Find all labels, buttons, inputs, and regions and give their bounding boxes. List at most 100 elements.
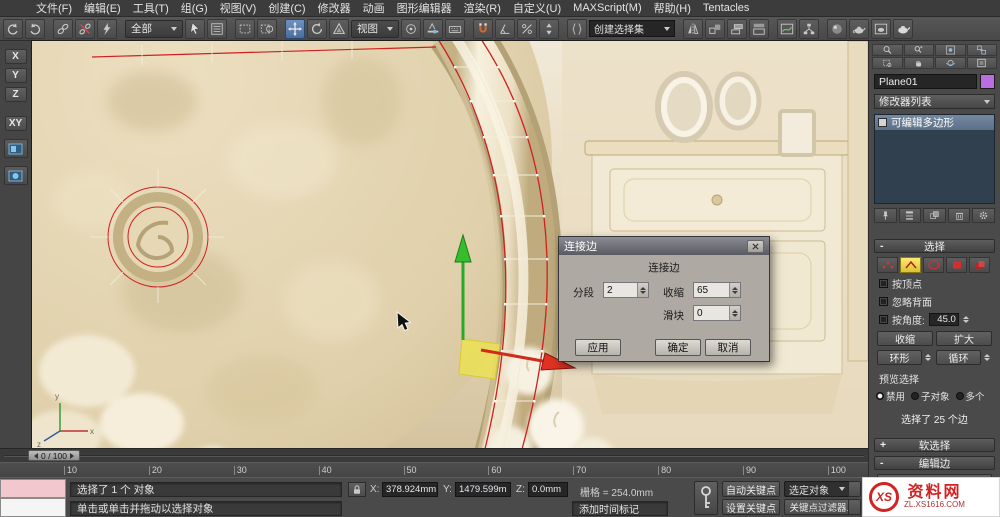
angle-value-field[interactable]: 45.0 <box>928 313 959 326</box>
selection-filter-dropdown[interactable]: 全部 <box>125 19 183 38</box>
edit-edges-rollout-header[interactable]: - 编辑边 <box>874 456 995 470</box>
pan-icon[interactable] <box>903 57 934 69</box>
percent-snap-icon[interactable] <box>517 18 537 39</box>
schematic-view-icon[interactable] <box>799 18 819 39</box>
grow-button[interactable]: 扩大 <box>936 331 992 346</box>
pin-stack-icon[interactable] <box>874 208 897 223</box>
ring-button[interactable]: 环形 <box>877 350 922 365</box>
rendered-frame-window-icon[interactable] <box>871 18 891 39</box>
rectangular-region-icon[interactable] <box>235 18 255 39</box>
select-rotate-icon[interactable] <box>307 18 327 39</box>
y-coordinate-field[interactable]: 1479.599m <box>455 482 511 497</box>
z-coordinate-field[interactable]: 0.0mm <box>528 482 568 497</box>
curve-editor-icon[interactable] <box>777 18 797 39</box>
restrict-z-button[interactable]: Z <box>4 87 27 102</box>
docked-tool-icon-1[interactable] <box>3 139 28 158</box>
unlink-icon[interactable] <box>75 18 95 39</box>
spinner-icon[interactable] <box>729 283 740 297</box>
spinner-icon[interactable] <box>637 283 648 297</box>
stack-item-editable-poly[interactable]: 可编辑多边形 <box>875 115 994 130</box>
restrict-y-button[interactable]: Y <box>4 68 27 83</box>
menu-tools[interactable]: 工具(T) <box>127 0 175 16</box>
menu-animation[interactable]: 动画 <box>357 0 391 16</box>
time-slider-handle[interactable]: 0 / 100 <box>28 450 80 461</box>
select-object-icon[interactable] <box>185 18 205 39</box>
maximize-viewport-icon[interactable] <box>966 57 997 69</box>
menu-customize[interactable]: 自定义(U) <box>507 0 567 16</box>
undo-icon[interactable] <box>3 18 23 39</box>
soft-selection-rollout-header[interactable]: + 软选择 <box>874 438 995 452</box>
docked-tool-icon-2[interactable] <box>3 166 28 185</box>
object-color-swatch[interactable] <box>980 74 995 89</box>
spinner-icon[interactable] <box>962 316 971 323</box>
x-coordinate-field[interactable]: 378.924mm <box>382 482 438 497</box>
menu-group[interactable]: 组(G) <box>175 0 214 16</box>
restrict-plane-xy-button[interactable]: XY <box>4 116 27 131</box>
select-link-icon[interactable] <box>53 18 73 39</box>
menu-edit[interactable]: 编辑(E) <box>78 0 127 16</box>
track-bar[interactable]: 10 20 30 40 50 60 70 80 90 100 <box>0 462 868 477</box>
menu-tentacles[interactable]: Tentacles <box>697 2 755 14</box>
shrink-button[interactable]: 收缩 <box>877 331 933 346</box>
spinner-icon[interactable] <box>984 354 992 361</box>
apply-button[interactable]: 应用 <box>575 339 621 356</box>
restrict-x-button[interactable]: X <box>4 49 27 64</box>
use-pivot-center-icon[interactable] <box>401 18 421 39</box>
by-angle-checkbox[interactable]: 按角度: 45.0 <box>879 312 998 327</box>
select-manipulate-icon[interactable] <box>423 18 443 39</box>
render-setup-icon[interactable] <box>849 18 869 39</box>
spinner-icon[interactable] <box>729 306 740 320</box>
select-scale-icon[interactable] <box>329 18 349 39</box>
selection-rollout-header[interactable]: - 选择 <box>874 239 995 253</box>
auto-key-button[interactable]: 自动关键点 <box>722 481 780 497</box>
border-mode-icon[interactable] <box>923 257 944 273</box>
configure-modifier-sets-icon[interactable] <box>972 208 995 223</box>
close-button[interactable] <box>747 239 764 253</box>
dialog-title-bar[interactable]: 连接边 <box>559 237 769 255</box>
prev-frame-icon[interactable] <box>34 452 38 459</box>
polygon-mode-icon[interactable] <box>946 257 967 273</box>
preview-multi-radio[interactable] <box>955 392 964 400</box>
menu-create[interactable]: 创建(C) <box>262 0 311 16</box>
mirror-icon[interactable] <box>683 18 703 39</box>
menu-help[interactable]: 帮助(H) <box>648 0 697 16</box>
goto-end-button[interactable] <box>848 499 861 515</box>
set-key-button[interactable]: 设置关键点 <box>722 499 780 515</box>
lock-selection-button[interactable] <box>348 482 366 497</box>
window-crossing-icon[interactable] <box>257 18 277 39</box>
segments-input[interactable]: 2 <box>603 282 649 298</box>
snap-toggle-icon[interactable] <box>473 18 493 39</box>
spinner-snap-icon[interactable] <box>539 18 559 39</box>
ignore-backfacing-checkbox[interactable]: 忽略背面 <box>879 294 998 309</box>
pinch-input[interactable]: 65 <box>693 282 741 298</box>
toggle-set-key-button[interactable] <box>694 481 718 515</box>
align-icon[interactable] <box>705 18 725 39</box>
menu-rendering[interactable]: 渲染(R) <box>458 0 507 16</box>
vertex-mode-icon[interactable] <box>877 257 898 273</box>
loop-button[interactable]: 循环 <box>936 350 981 365</box>
object-name-field[interactable]: Plane01 <box>874 74 977 89</box>
by-vertex-checkbox[interactable]: 按顶点 <box>879 276 998 291</box>
layer-manager-icon[interactable] <box>727 18 747 39</box>
next-frame-icon[interactable] <box>70 452 74 459</box>
maxscript-listener-pane[interactable] <box>0 498 66 517</box>
cancel-button[interactable]: 取消 <box>705 339 751 356</box>
zoom-extents-icon[interactable] <box>935 44 966 56</box>
render-production-icon[interactable] <box>893 18 913 39</box>
keyboard-override-icon[interactable] <box>445 18 465 39</box>
remove-modifier-icon[interactable] <box>947 208 971 223</box>
orbit-icon[interactable] <box>935 57 966 69</box>
graphite-ribbon-icon[interactable] <box>749 18 769 39</box>
modifier-list-dropdown[interactable]: 修改器列表 <box>874 94 995 109</box>
maxscript-macro-recorder-pane[interactable] <box>0 479 66 498</box>
reference-coordinate-dropdown[interactable]: 视图 <box>351 19 399 38</box>
spinner-icon[interactable] <box>925 354 933 361</box>
time-slider-track[interactable] <box>4 455 864 457</box>
menu-maxscript[interactable]: MAXScript(M) <box>567 2 647 14</box>
zoom-extents-all-icon[interactable] <box>966 44 997 56</box>
preview-subobj-radio[interactable] <box>911 392 920 400</box>
angle-snap-icon[interactable] <box>495 18 515 39</box>
edge-mode-icon[interactable] <box>900 257 921 273</box>
select-move-icon[interactable] <box>285 18 305 39</box>
slide-input[interactable]: 0 <box>693 305 741 321</box>
